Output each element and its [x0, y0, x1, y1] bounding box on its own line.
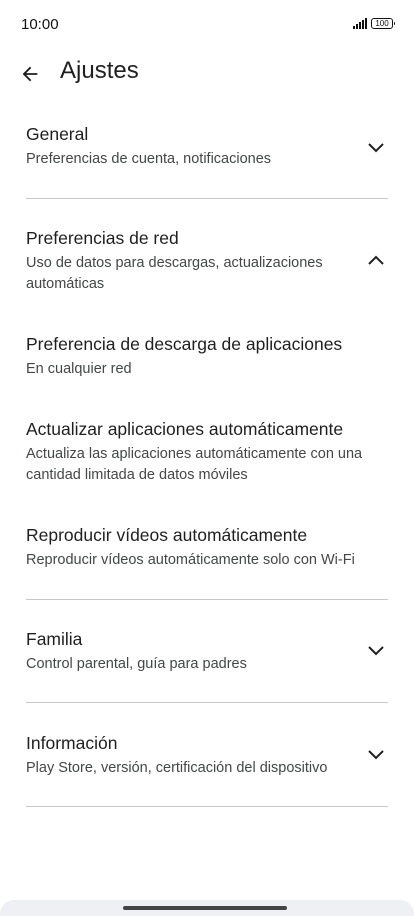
section-information-subtitle: Play Store, versión, certificación del d… — [26, 760, 328, 776]
chevron-down-icon — [364, 135, 388, 159]
home-indicator[interactable] — [123, 906, 287, 910]
section-information-title: Información — [26, 733, 118, 753]
setting-autoplay-videos-title: Reproducir vídeos automáticamente — [26, 525, 308, 545]
section-family-subtitle: Control parental, guía para padres — [26, 656, 247, 672]
divider — [26, 599, 388, 600]
navigation-bar — [0, 900, 414, 916]
section-general[interactable]: General Preferencias de cuenta, notifica… — [26, 123, 388, 170]
section-family[interactable]: Familia Control parental, guía para padr… — [26, 628, 388, 675]
setting-autoplay-videos-value: Reproducir vídeos automáticamente solo c… — [26, 552, 355, 568]
status-bar: 10:00 100 — [0, 0, 414, 52]
status-icons: 100 — [353, 18, 395, 29]
divider — [26, 702, 388, 703]
section-network-subtitle: Uso de datos para descargas, actualizaci… — [26, 255, 323, 292]
status-time: 10:00 — [21, 16, 59, 33]
setting-autoplay-videos[interactable]: Reproducir vídeos automáticamente Reprod… — [26, 524, 388, 571]
page-title: Ajustes — [60, 57, 139, 84]
back-button[interactable] — [16, 60, 44, 88]
chevron-up-icon — [364, 249, 388, 273]
app-bar: Ajustes — [0, 52, 414, 96]
setting-auto-update-title: Actualizar aplicaciones automáticamente — [26, 419, 344, 439]
arrow-back-icon — [22, 66, 38, 82]
divider — [26, 198, 388, 199]
setting-auto-update[interactable]: Actualizar aplicaciones automáticamente … — [26, 418, 388, 486]
chevron-down-icon — [364, 742, 388, 766]
chevron-down-icon — [364, 638, 388, 662]
divider — [26, 806, 388, 807]
section-information[interactable]: Información Play Store, versión, certifi… — [26, 732, 388, 779]
section-general-title: General — [26, 124, 89, 144]
battery-icon: 100 — [371, 18, 395, 29]
setting-download-preference[interactable]: Preferencia de descarga de aplicaciones … — [26, 333, 388, 380]
section-general-subtitle: Preferencias de cuenta, notificaciones — [26, 151, 272, 167]
setting-download-preference-value: En cualquier red — [26, 361, 132, 377]
setting-auto-update-value: Actualiza las aplicaciones automáticamen… — [26, 446, 363, 483]
section-network[interactable]: Preferencias de red Uso de datos para de… — [26, 227, 388, 295]
section-family-title: Familia — [26, 629, 83, 649]
section-network-title: Preferencias de red — [26, 228, 179, 248]
setting-download-preference-title: Preferencia de descarga de aplicaciones — [26, 334, 343, 354]
signal-icon — [353, 18, 367, 29]
